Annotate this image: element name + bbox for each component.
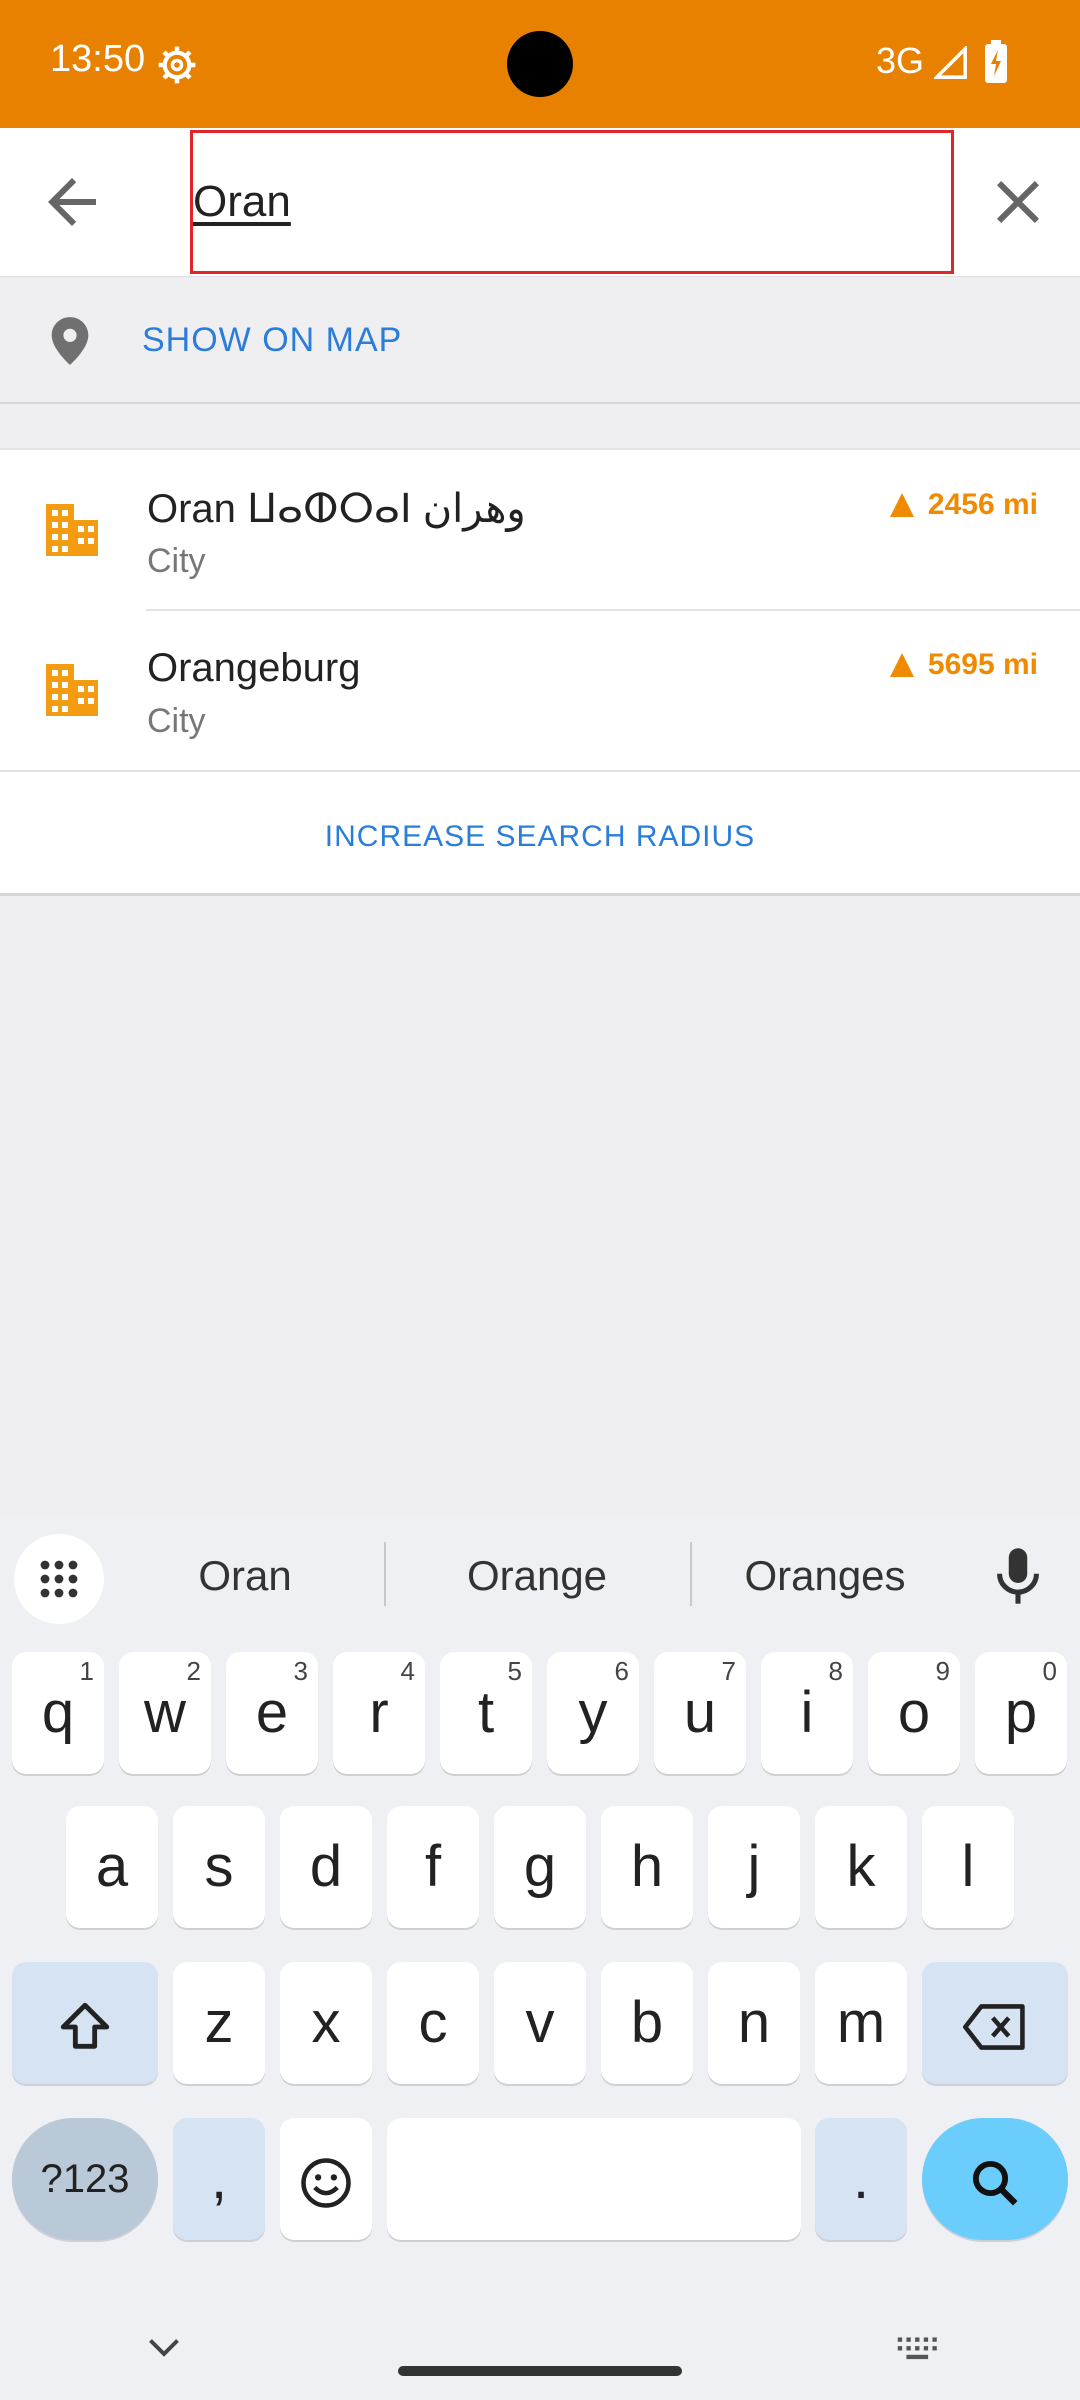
keyboard-menu-button[interactable] <box>14 1534 104 1624</box>
key-q[interactable]: q1 <box>12 1652 104 1774</box>
hide-keyboard-chevron-icon[interactable] <box>146 2336 182 2360</box>
status-time: 13:50 <box>50 38 146 80</box>
key-p[interactable]: p0 <box>975 1652 1067 1774</box>
direction-arrow-icon <box>889 653 914 677</box>
result-title: Oran ⵡⴰⵀⵔⴰⵏ وهران <box>147 487 526 531</box>
suggestion-item[interactable]: Oran <box>100 1552 390 1600</box>
shift-key[interactable] <box>12 1962 158 2084</box>
suggestion-bar: Oran Orange Oranges <box>0 1516 1080 1636</box>
key-g[interactable]: g <box>494 1806 586 1928</box>
backspace-icon <box>963 2003 1025 2050</box>
city-building-icon <box>46 664 98 716</box>
search-query: Oran <box>193 177 291 226</box>
key-t[interactable]: t5 <box>440 1652 532 1774</box>
emoji-icon <box>301 2157 351 2208</box>
increase-search-radius-button[interactable]: INCREASE SEARCH RADIUS <box>0 770 1080 894</box>
network-type: 3G <box>876 40 925 81</box>
show-on-map-button[interactable]: SHOW ON MAP <box>0 276 1080 404</box>
result-distance: 2456 mi <box>889 488 1038 522</box>
distance-value: 2456 mi <box>927 488 1038 521</box>
comma-key[interactable]: , <box>173 2118 265 2240</box>
suggestion-item[interactable]: Orange <box>392 1552 682 1600</box>
grid-icon <box>40 1560 78 1598</box>
key-k[interactable]: k <box>815 1806 907 1928</box>
settings-gear-icon <box>158 46 196 84</box>
key-z[interactable]: z <box>173 1962 265 2084</box>
keyboard-switch-icon[interactable] <box>896 2336 940 2362</box>
key-o[interactable]: o9 <box>868 1652 960 1774</box>
status-bar: 13:50 3G <box>0 0 1080 128</box>
key-j[interactable]: j <box>708 1806 800 1928</box>
key-r[interactable]: r4 <box>333 1652 425 1774</box>
key-w[interactable]: w2 <box>119 1652 211 1774</box>
home-indicator[interactable] <box>398 2366 682 2376</box>
camera-cutout <box>507 31 573 97</box>
space-key[interactable] <box>387 2118 801 2240</box>
result-distance: 5695 mi <box>889 648 1038 682</box>
list-item[interactable]: Orangeburg City 5695 mi <box>0 610 1080 770</box>
distance-value: 5695 mi <box>927 648 1038 681</box>
key-l[interactable]: l <box>922 1806 1014 1928</box>
suggestion-item[interactable]: Oranges <box>680 1552 970 1600</box>
key-v[interactable]: v <box>494 1962 586 2084</box>
results-list: Oran ⵡⴰⵀⵔⴰⵏ وهران City 2456 mi Orangebur… <box>0 448 1080 896</box>
result-type: City <box>147 702 206 740</box>
list-item[interactable]: Oran ⵡⴰⵀⵔⴰⵏ وهران City 2456 mi <box>0 450 1080 611</box>
symbols-key[interactable]: ?123 <box>12 2118 158 2240</box>
key-h[interactable]: h <box>601 1806 693 1928</box>
location-pin-icon <box>51 317 89 365</box>
result-title: Orangeburg <box>147 646 361 690</box>
clear-icon[interactable] <box>982 166 1054 238</box>
screen: 13:50 3G Oran SHOW ON MAP Oran ⵡⴰⵀⵔⴰⵏ وه… <box>0 0 1080 2400</box>
key-x[interactable]: x <box>280 1962 372 2084</box>
key-y[interactable]: y6 <box>547 1652 639 1774</box>
key-a[interactable]: a <box>66 1806 158 1928</box>
back-arrow-icon[interactable] <box>36 166 108 238</box>
city-building-icon <box>46 504 98 556</box>
search-key[interactable] <box>922 2118 1068 2240</box>
key-m[interactable]: m <box>815 1962 907 2084</box>
search-input[interactable]: Oran <box>190 130 954 274</box>
emoji-key[interactable] <box>280 2118 372 2240</box>
key-d[interactable]: d <box>280 1806 372 1928</box>
battery-charging-icon <box>985 40 1007 83</box>
show-on-map-label: SHOW ON MAP <box>142 321 403 359</box>
keyboard: Oran Orange Oranges q1 w2 e3 r4 t5 y6 u7… <box>0 1516 1080 2400</box>
key-c[interactable]: c <box>387 1962 479 2084</box>
divider <box>384 1542 386 1606</box>
search-bar: Oran <box>0 128 1080 276</box>
key-n[interactable]: n <box>708 1962 800 2084</box>
search-icon <box>972 2160 1018 2206</box>
key-i[interactable]: i8 <box>761 1652 853 1774</box>
direction-arrow-icon <box>889 493 914 517</box>
result-type: City <box>147 542 206 580</box>
key-f[interactable]: f <box>387 1806 479 1928</box>
shift-icon <box>60 2002 110 2049</box>
signal-icon <box>934 46 967 79</box>
period-key[interactable]: . <box>815 2118 907 2240</box>
key-u[interactable]: u7 <box>654 1652 746 1774</box>
key-e[interactable]: e3 <box>226 1652 318 1774</box>
key-s[interactable]: s <box>173 1806 265 1928</box>
microphone-icon[interactable] <box>994 1546 1042 1606</box>
key-b[interactable]: b <box>601 1962 693 2084</box>
backspace-key[interactable] <box>922 1962 1068 2084</box>
